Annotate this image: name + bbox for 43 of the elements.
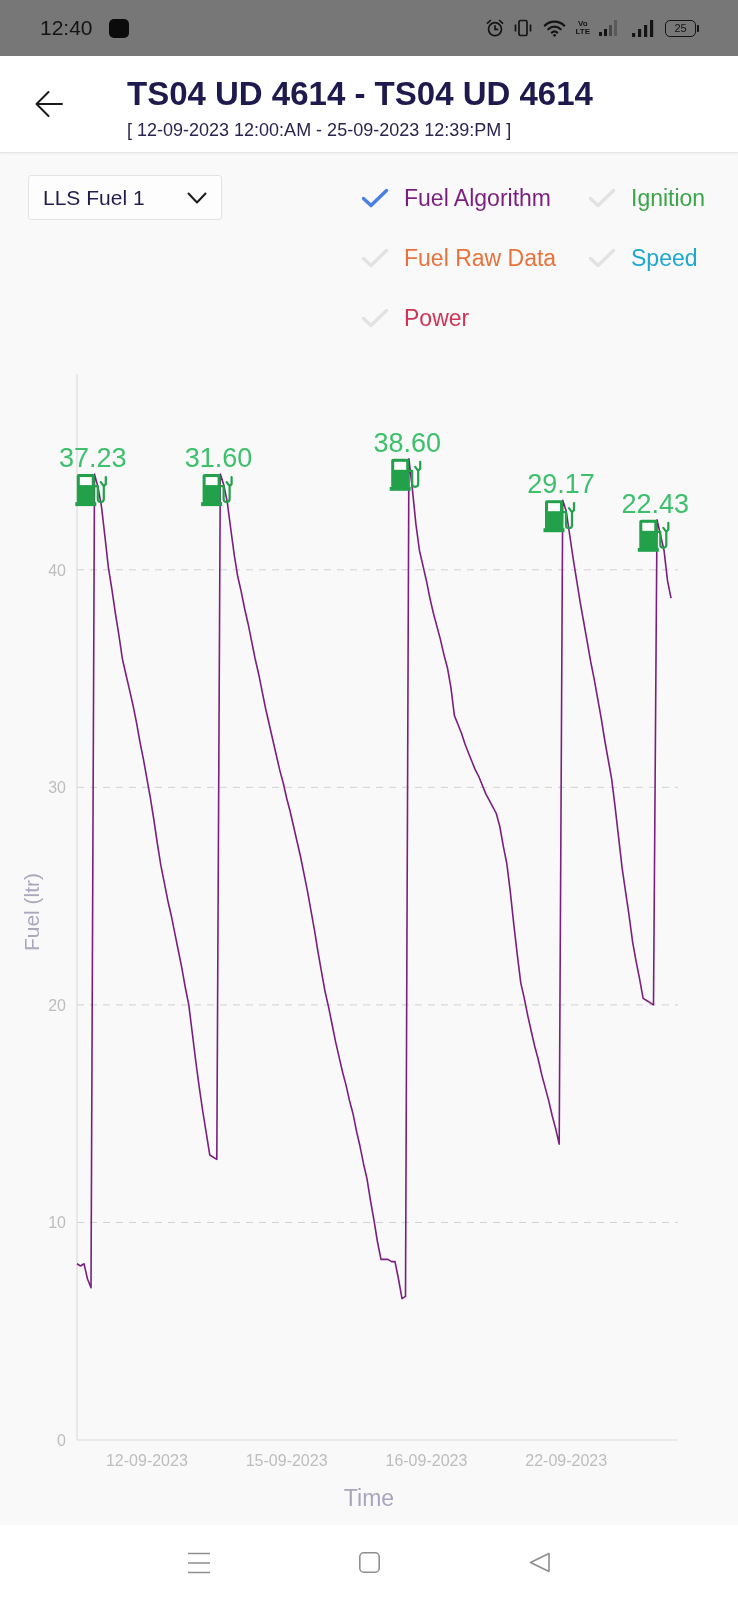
signal-strength-icon	[632, 19, 654, 37]
series-checkbox[interactable]: Fuel Algorithm	[361, 178, 588, 218]
vehicle-title: TS04 UD 4614 - TS04 UD 4614	[127, 76, 593, 112]
x-axis-title: Time	[343, 1485, 395, 1511]
refuel-amount-label: 31.60	[184, 443, 253, 474]
x-tick-label: 22-09-2023	[525, 1452, 608, 1469]
refuel-amount-label: 38.60	[373, 427, 442, 458]
back-icon[interactable]	[529, 1552, 550, 1573]
vibrate-icon	[514, 19, 533, 37]
series-checkbox[interactable]: Fuel Raw Data	[361, 238, 588, 278]
status-time: 12:40	[40, 16, 93, 40]
date-range: [ 12-09-2023 12:00:AM - 25-09-2023 12:39:PM ]	[127, 119, 513, 141]
signal-strength-icon	[599, 20, 618, 36]
x-tick-label: 15-09-2023	[245, 1452, 328, 1469]
fuel-pump-icon	[389, 458, 422, 491]
y-tick-label: 30	[48, 779, 66, 797]
y-tick-label: 40	[48, 561, 66, 579]
series-checkbox[interactable]: Ignition	[588, 178, 706, 218]
y-tick-label: 20	[48, 996, 66, 1014]
fuel-pump-icon	[201, 474, 233, 507]
x-tick-label: 12-09-2023	[105, 1452, 188, 1469]
app-notification-icon	[108, 18, 129, 38]
sensor-dropdown[interactable]: LLS Fuel 1	[28, 175, 222, 220]
fuel-pump-icon	[75, 474, 107, 507]
wifi-icon	[543, 19, 567, 37]
battery-indicator: 25	[665, 19, 699, 37]
series-checkbox[interactable]: Speed	[588, 238, 706, 278]
refuel-amount-label: 29.17	[527, 469, 595, 500]
fuel-pump-icon	[543, 500, 576, 533]
y-axis-title: Fuel (ltr)	[20, 872, 43, 952]
refuel-amount-label: 22.43	[621, 488, 690, 519]
x-tick-label: 16-09-2023	[385, 1452, 468, 1469]
chevron-down-icon	[187, 191, 207, 204]
home-icon[interactable]	[359, 1552, 380, 1573]
menu-icon[interactable]	[188, 1551, 210, 1574]
back-arrow-icon[interactable]	[35, 90, 63, 118]
series-checkbox[interactable]: Power	[361, 298, 588, 338]
fuel-pump-icon	[637, 519, 670, 552]
y-tick-label: 0	[57, 1432, 66, 1449]
alarm-clock-icon	[486, 19, 505, 37]
network-type-indicator: Vo LTE	[575, 20, 590, 36]
y-tick-label: 10	[48, 1214, 66, 1232]
refuel-amount-label: 37.23	[59, 443, 127, 474]
